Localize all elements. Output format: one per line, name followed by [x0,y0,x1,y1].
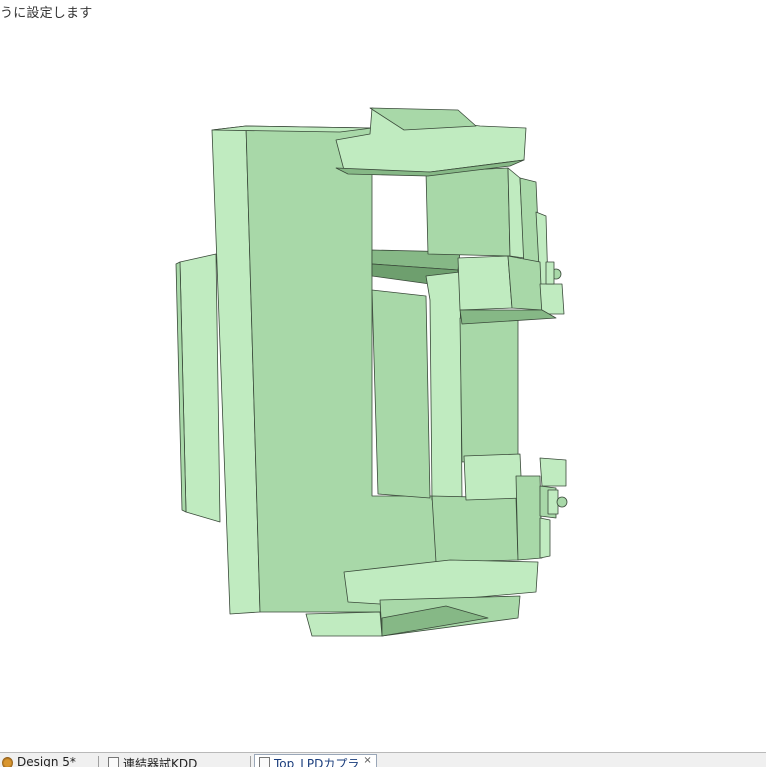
channel-rail [425,271,463,501]
tab-separator [250,756,251,767]
upper-connector-side [507,255,543,311]
tab-coupler-test[interactable]: 連結器試KDD [108,755,197,767]
close-icon[interactable]: × [363,755,371,766]
lower-block-front [431,495,519,563]
left-back-slab [179,253,221,523]
upper-pin-stem [545,261,555,285]
channel-right-face [459,317,519,463]
tab-design[interactable]: Design 5* [2,755,76,767]
lower-connector-face [539,457,567,487]
lower-pin-stem [547,489,559,515]
lower-block-step [463,453,523,501]
upper-connector-lip [539,283,565,315]
3d-viewport[interactable] [0,22,766,752]
lower-step-b [539,517,551,559]
upper-connector-face [457,255,513,311]
tab-coupler-test-label: 連結器試KDD [123,757,198,767]
tab-top-lpd[interactable]: Top_LPDカプラ × [254,754,377,767]
tab-separator [98,756,99,767]
upper-block-front [425,167,511,257]
tab-design-label: Design 5* [17,755,76,767]
lower-pin [556,496,568,508]
document-tab-bar: Design 5* 連結器試KDD Top_LPDカプラ × [0,752,766,767]
tab-top-lpd-label: Top_LPDカプラ [274,757,360,767]
lower-block-side [515,475,543,561]
channel-inner-face [371,289,431,499]
3d-model [175,107,568,637]
bottom-flange-lip [305,611,383,637]
